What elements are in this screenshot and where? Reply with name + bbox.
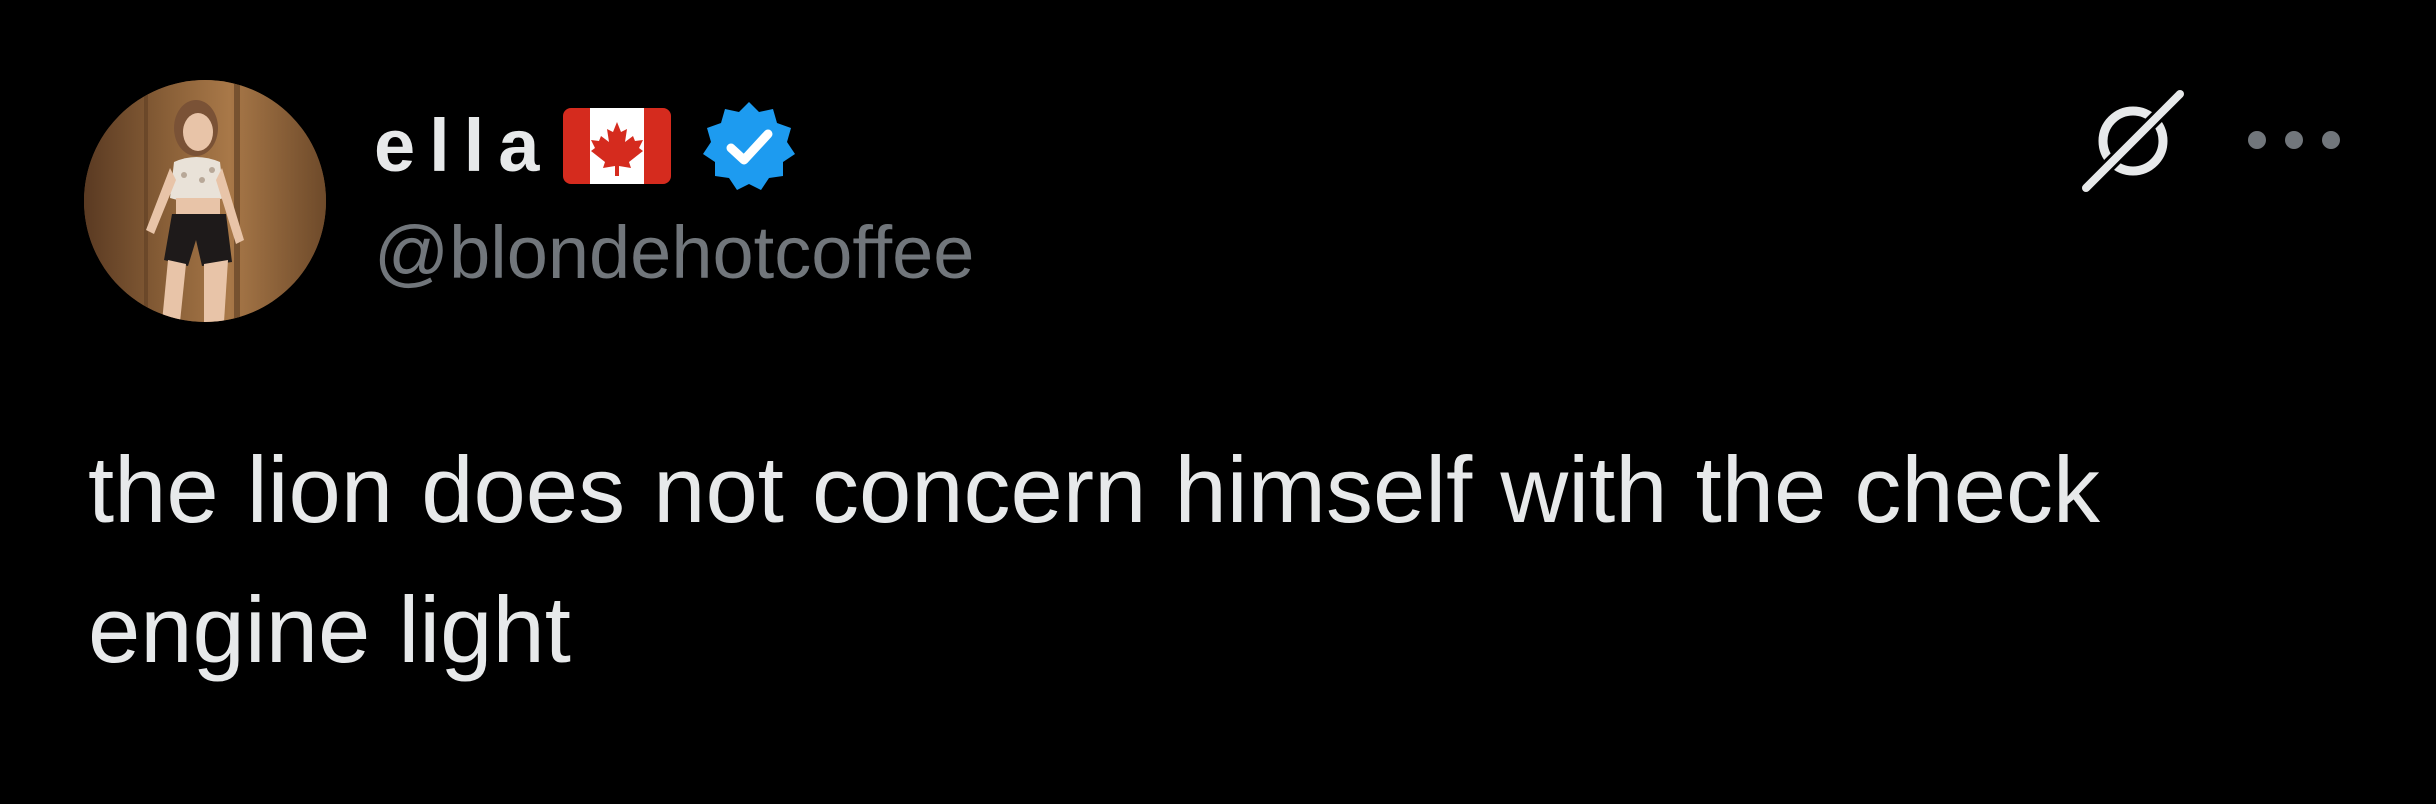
more-dot <box>2248 131 2266 149</box>
tweet-card: ella @blondehotcoffee the lion does not … <box>0 0 2436 804</box>
canada-flag-icon <box>563 108 672 184</box>
author-name-row[interactable]: ella <box>374 96 797 196</box>
tweet-text: the lion does not concern himself with t… <box>88 437 2100 682</box>
more-dot <box>2322 131 2340 149</box>
avatar-photo <box>84 80 326 322</box>
more-dot <box>2285 131 2303 149</box>
display-name[interactable]: ella <box>374 109 553 183</box>
verified-badge-icon[interactable] <box>701 98 797 194</box>
more-options-icon[interactable] <box>2248 118 2340 162</box>
author-handle[interactable]: @blondehotcoffee <box>374 216 974 290</box>
grok-icon[interactable] <box>2076 84 2190 198</box>
avatar[interactable] <box>84 80 326 322</box>
